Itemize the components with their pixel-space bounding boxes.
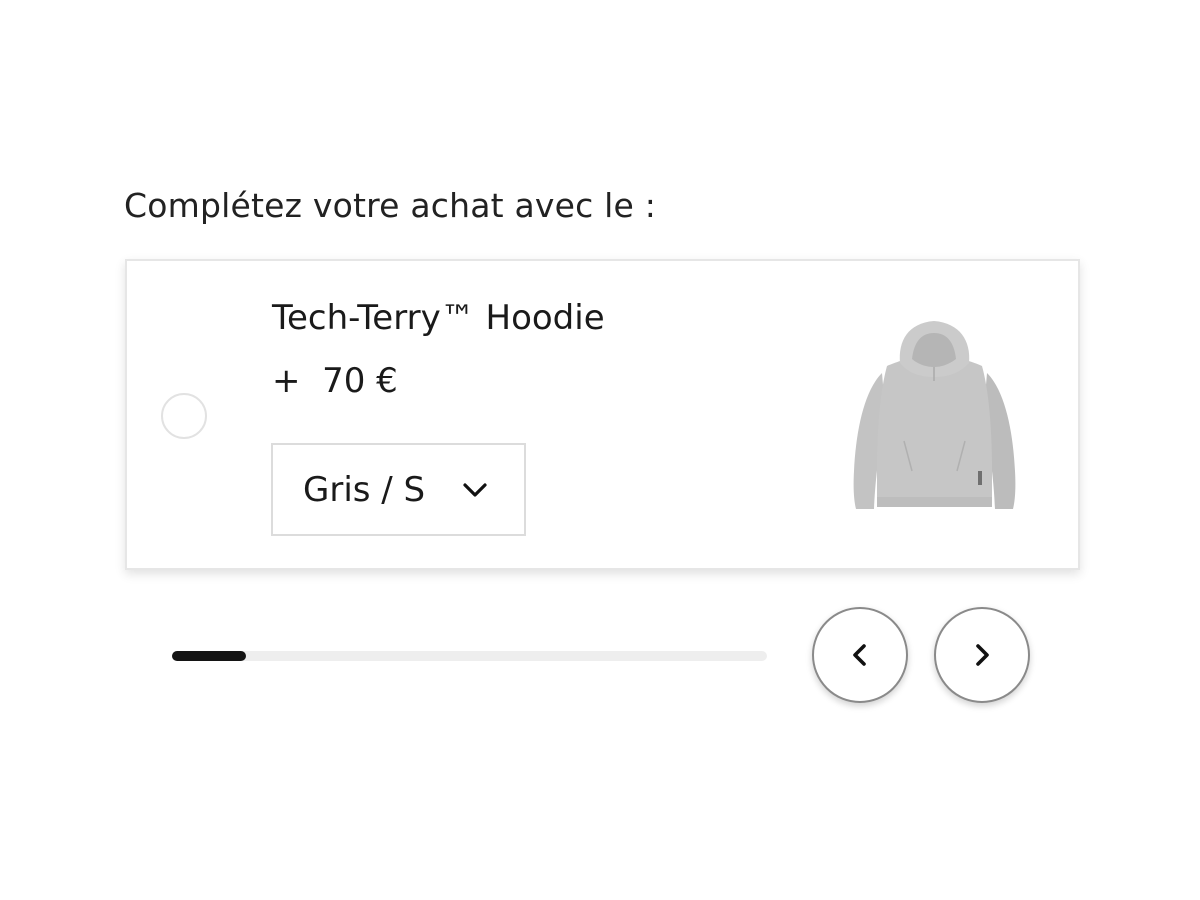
carousel-next-button[interactable] bbox=[934, 607, 1030, 703]
carousel-prev-button[interactable] bbox=[812, 607, 908, 703]
variant-select-value: Gris / S bbox=[303, 469, 426, 510]
upsell-product-card[interactable]: Tech-Terry™ Hoodie + 70 € Gris / S bbox=[125, 259, 1080, 570]
upsell-heading: Complétez votre achat avec le : bbox=[124, 186, 657, 225]
hoodie-image bbox=[853, 321, 1016, 509]
select-product-radio[interactable] bbox=[161, 393, 207, 439]
chevron-down-icon bbox=[463, 482, 487, 497]
product-price: + 70 € bbox=[272, 361, 398, 401]
chevron-right-icon bbox=[976, 644, 989, 666]
variant-select[interactable]: Gris / S bbox=[271, 443, 526, 536]
chevron-left-icon bbox=[853, 644, 866, 666]
carousel-progress-indicator bbox=[172, 651, 247, 661]
carousel-progress-track bbox=[172, 651, 767, 661]
product-name: Tech-Terry™ Hoodie bbox=[272, 298, 605, 338]
